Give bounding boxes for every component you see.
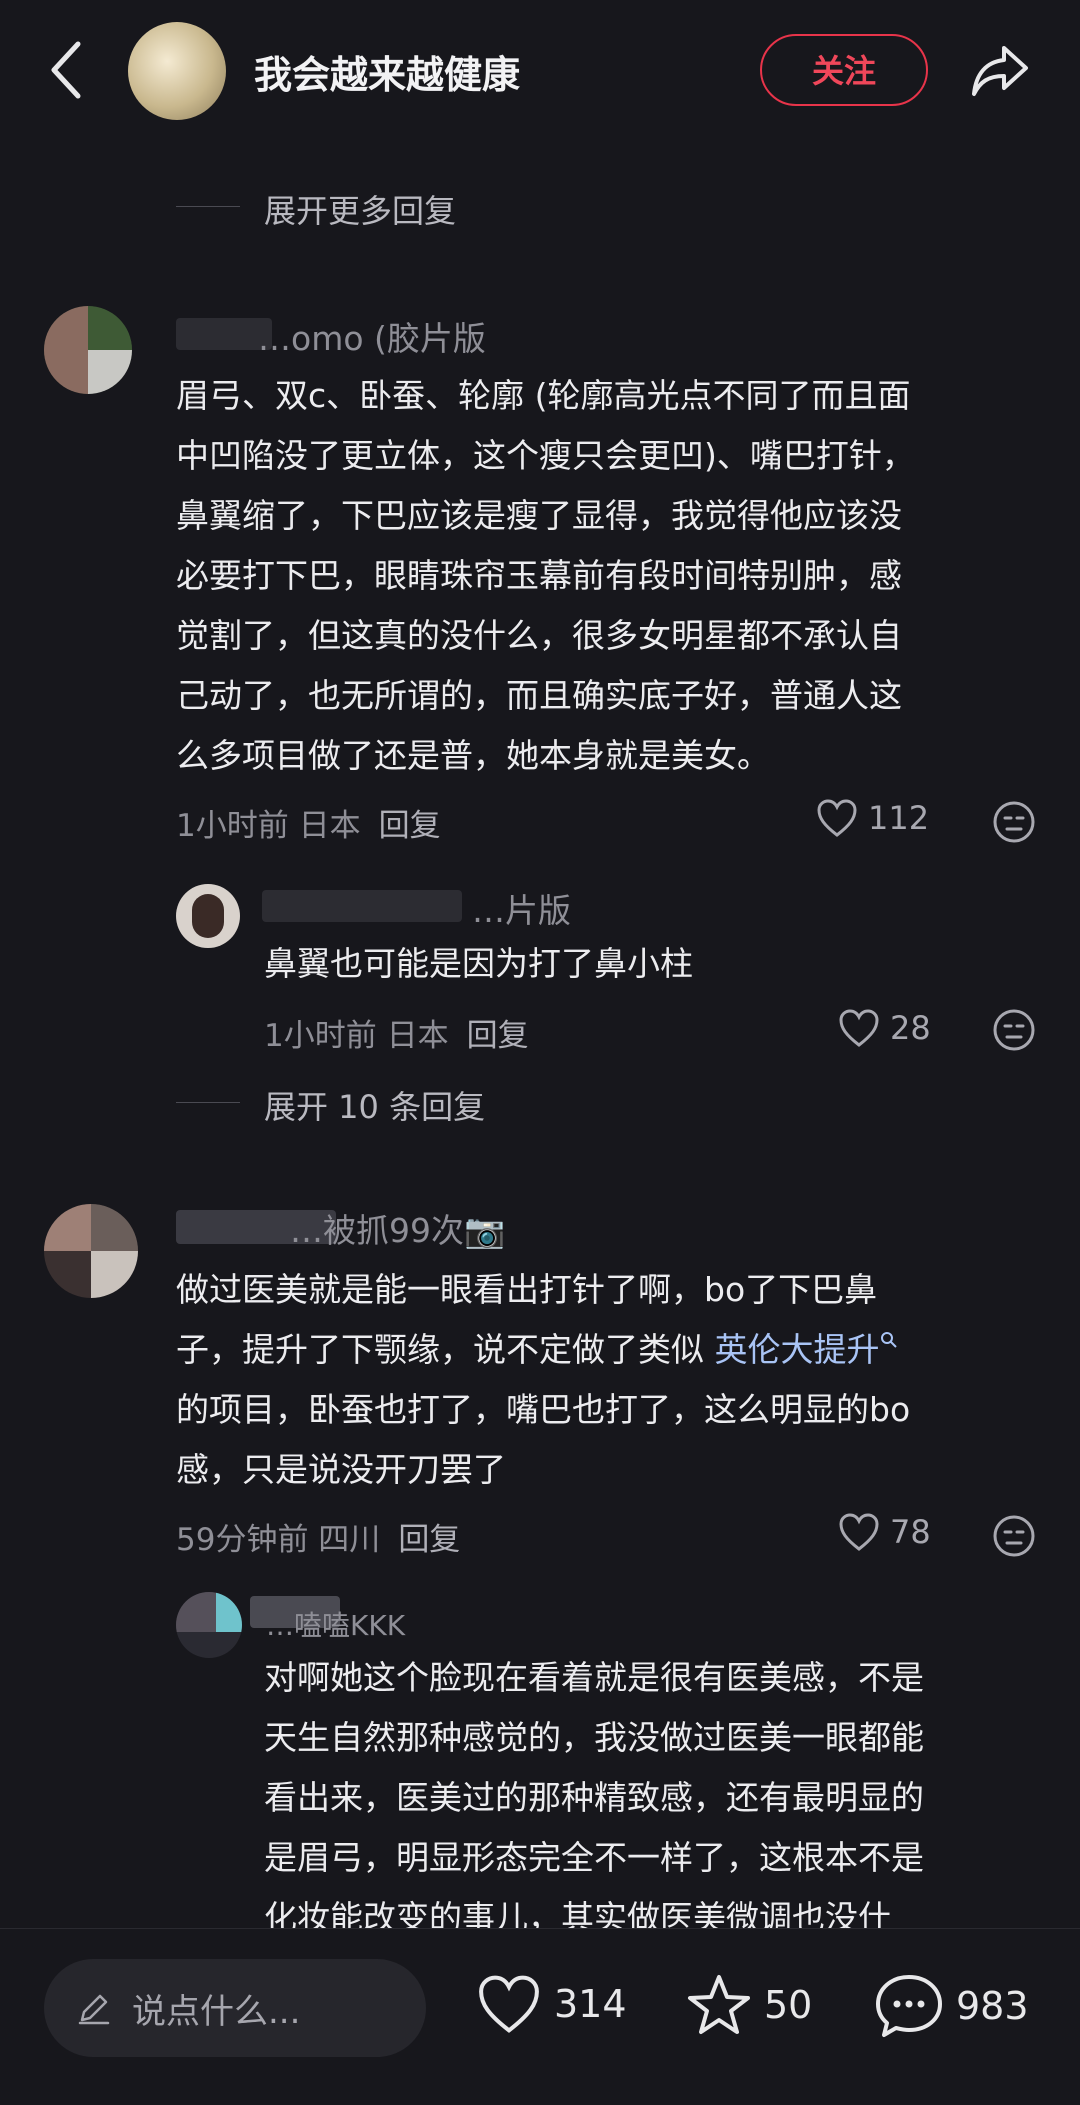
search-link-text: 英伦大提升	[714, 1330, 880, 1369]
comment-meta: 59分钟前 四川 回复	[176, 1514, 460, 1559]
comment-line: 的项目，卧蚕也打了，嘴巴也打了，这么明显的bo	[176, 1390, 911, 1429]
comment-line: 觉割了，但这真的没什么，很多女明星都不承认自	[176, 616, 902, 655]
avatar[interactable]	[176, 1592, 242, 1658]
comment-text: 眉弓、双c、卧蚕、轮廓 (轮廓高光点不同了而且面 中凹陷没了更立体，这个瘦只会更…	[176, 366, 1036, 786]
comment-username[interactable]: …片版	[472, 884, 571, 932]
comment-line: 中凹陷没了更立体，这个瘦只会更凹)、嘴巴打针，	[176, 436, 915, 475]
comment-meta: 1小时前 日本 回复	[176, 800, 441, 845]
reply-button[interactable]: 回复	[467, 1018, 529, 1054]
heart-icon	[839, 1513, 879, 1551]
comment-username[interactable]: …被抓99次📷	[290, 1204, 505, 1252]
emoji-reaction-icon[interactable]	[992, 1008, 1036, 1052]
comment-meta: 1小时前 日本 回复	[264, 1010, 529, 1055]
heart-icon	[479, 1975, 539, 2033]
expand-replies[interactable]: 展开 10 条回复	[264, 1082, 485, 1128]
divider-line	[176, 1102, 240, 1103]
search-link[interactable]: 英伦大提升	[715, 1330, 898, 1369]
like-count: 28	[890, 1009, 931, 1047]
comment-line: 鼻翼缩了，下巴应该是瘦了显得，我觉得他应该没	[176, 496, 902, 535]
like-count: 78	[890, 1513, 931, 1551]
comment-count: 983	[956, 1984, 1029, 2028]
comment-line: 做过医美就是能一眼看出打针了啊，bo了下巴鼻	[176, 1270, 878, 1309]
like-count: 112	[868, 799, 930, 837]
comment-like-button[interactable]: 78	[838, 1512, 931, 1552]
author-avatar[interactable]	[128, 22, 226, 120]
comment-line: 己动了，也无所谓的，而且确实底子好，普通人这	[176, 676, 902, 715]
emoji-reaction-icon[interactable]	[992, 1514, 1036, 1558]
like-count: 314	[554, 1982, 627, 2026]
comment-line: 对啊她这个脸现在看着就是很有医美感，不是	[264, 1658, 924, 1697]
favorite-count: 50	[764, 1983, 813, 2027]
divider-line	[176, 206, 240, 207]
star-icon	[688, 1975, 750, 2034]
emoji-reaction-icon[interactable]	[992, 800, 1036, 844]
comment-line: 眉弓、双c、卧蚕、轮廓 (轮廓高光点不同了而且面	[176, 376, 911, 415]
comment-like-button[interactable]: 28	[838, 1008, 931, 1048]
comment-time-location: 1小时前 日本	[264, 1018, 449, 1054]
comment-line: 天生自然那种感觉的，我没做过医美一眼都能	[264, 1718, 924, 1757]
share-icon[interactable]	[968, 38, 1032, 102]
comment-line: 必要打下巴，眼睛珠帘玉幕前有段时间特别肿，感	[176, 556, 902, 595]
back-arrow-icon[interactable]	[46, 38, 86, 102]
like-button[interactable]: 314	[476, 1973, 627, 2035]
comment-line: 么多项目做了还是普，她本身就是美女。	[176, 736, 770, 775]
comment-time-location: 1小时前 日本	[176, 808, 361, 844]
author-name[interactable]: 我会越来越健康	[254, 44, 520, 99]
bottom-action-bar: 说点什么... 314 50 983	[0, 1928, 1080, 2105]
comment-text: 鼻翼也可能是因为打了鼻小柱	[264, 944, 693, 983]
comment-username[interactable]: …嗑嗑KKK	[266, 1604, 405, 1644]
reply-button[interactable]: 回复	[398, 1522, 460, 1558]
comment-bubble-icon	[876, 1975, 942, 2037]
comment-input[interactable]: 说点什么...	[44, 1959, 426, 2057]
avatar[interactable]	[44, 306, 132, 394]
comment-input-placeholder: 说点什么...	[132, 1991, 301, 2032]
comment-line: 感，只是说没开刀罢了	[176, 1450, 506, 1489]
comment-time-location: 59分钟前 四川	[176, 1522, 381, 1558]
comment-line: 是眉弓，明显形态完全不一样了，这根本不是	[264, 1838, 924, 1877]
expand-more-replies[interactable]: 展开更多回复	[264, 186, 456, 232]
comment-text: 做过医美就是能一眼看出打针了啊，bo了下巴鼻 子，提升了下颚缘，说不定做了类似 …	[176, 1260, 1056, 1500]
follow-button[interactable]: 关注	[760, 34, 928, 106]
favorite-button[interactable]: 50	[686, 1973, 812, 2037]
top-bar: 我会越来越健康 关注	[0, 0, 1080, 140]
pencil-icon	[78, 1994, 110, 2025]
comment-line-text: 子，提升了下颚缘，说不定做了类似	[176, 1330, 715, 1369]
avatar[interactable]	[176, 884, 240, 948]
comment-line: 子，提升了下颚缘，说不定做了类似 英伦大提升	[176, 1320, 1056, 1380]
comment-text: 对啊她这个脸现在看着就是很有医美感，不是 天生自然那种感觉的，我没做过医美一眼都…	[264, 1648, 1054, 1948]
search-icon	[880, 1332, 897, 1348]
comments-button[interactable]: 983	[874, 1973, 1029, 2039]
username-blur	[262, 890, 462, 922]
heart-icon	[839, 1009, 879, 1047]
avatar[interactable]	[44, 1204, 138, 1298]
comment-line: 看出来，医美过的那种精致感，还有最明显的	[264, 1778, 924, 1817]
comment-like-button[interactable]: 112	[816, 798, 929, 838]
comment-username[interactable]: …omo (胶片版	[258, 312, 486, 360]
heart-icon	[817, 799, 857, 837]
reply-button[interactable]: 回复	[379, 808, 441, 844]
